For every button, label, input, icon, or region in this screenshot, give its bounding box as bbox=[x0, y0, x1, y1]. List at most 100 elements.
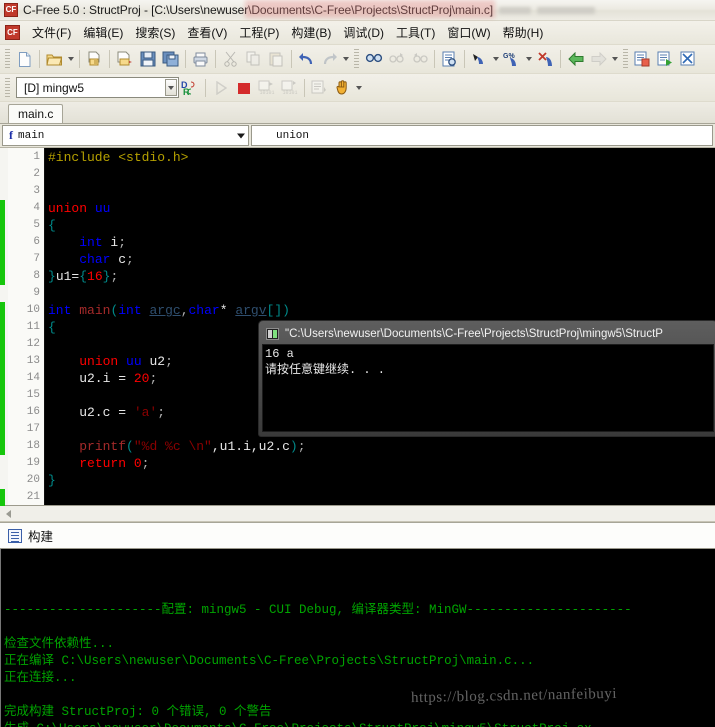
document-tab-strip: main.c bbox=[0, 102, 715, 124]
debug-run-button[interactable]: DR bbox=[179, 76, 202, 99]
build-output-log[interactable]: https://blog.csdn.net/nanfeibuyi -------… bbox=[0, 549, 715, 727]
menu-help[interactable]: 帮助(H) bbox=[497, 21, 550, 44]
code-line: #include <stdio.h> bbox=[48, 150, 189, 165]
build-log-line: 生成 C:\Users\newuser\Documents\C-Free\Pro… bbox=[4, 721, 712, 727]
build-button[interactable] bbox=[468, 48, 491, 71]
toolbar-separator bbox=[434, 50, 435, 68]
print-button[interactable] bbox=[189, 48, 212, 71]
line-number: 2 bbox=[33, 168, 40, 180]
change-marker bbox=[0, 489, 5, 506]
menu-window[interactable]: 窗口(W) bbox=[441, 21, 496, 44]
doc-tab-main-c[interactable]: main.c bbox=[8, 104, 64, 123]
scope-combo[interactable]: f main bbox=[2, 125, 249, 146]
scroll-left-arrow[interactable] bbox=[0, 506, 16, 521]
code-line: int main(int argc,char* argv[]) bbox=[48, 303, 290, 318]
step-over-button[interactable]: 10101 bbox=[255, 76, 278, 99]
run-button[interactable] bbox=[209, 76, 232, 99]
save-file-button[interactable] bbox=[136, 48, 159, 71]
add-to-project-button[interactable] bbox=[631, 48, 654, 71]
line-number: 12 bbox=[26, 338, 40, 350]
program-console-window[interactable]: "C:\Users\newuser\Documents\C-Free\Proje… bbox=[258, 320, 715, 437]
editor-navigation-bar: f main union bbox=[0, 124, 715, 148]
doc-tab-label: main.c bbox=[18, 107, 54, 121]
navigate-forward-button[interactable] bbox=[587, 48, 610, 71]
line-number-gutter: 1 2 3 4 5 6 7 8 9 10 11 12 13 14 15 16 17 18 19 20 21 bbox=[8, 148, 45, 505]
symbol-combo[interactable]: union bbox=[251, 125, 713, 146]
build-log-blank bbox=[4, 687, 712, 704]
new-file-button[interactable] bbox=[13, 48, 36, 71]
copy-button[interactable] bbox=[242, 48, 265, 71]
clean-build-button[interactable] bbox=[534, 48, 557, 71]
code-line: return 0; bbox=[79, 456, 150, 471]
find-button[interactable] bbox=[362, 48, 385, 71]
remove-from-project-button[interactable] bbox=[677, 48, 700, 71]
toolbar-separator bbox=[79, 50, 80, 68]
svg-text:10101: 10101 bbox=[260, 90, 275, 95]
redo-button[interactable] bbox=[318, 48, 341, 71]
toolbar-grip[interactable] bbox=[354, 49, 359, 69]
build-profile-combo[interactable]: [D] mingw5 bbox=[16, 77, 179, 98]
svg-text:R: R bbox=[183, 87, 190, 96]
build-dropdown-caret[interactable] bbox=[491, 48, 501, 71]
compile-dropdown-caret[interactable] bbox=[524, 48, 534, 71]
step-into-button[interactable]: 10101 bbox=[278, 76, 301, 99]
redacted-title-region bbox=[499, 6, 595, 14]
toolbar-grip[interactable] bbox=[5, 77, 10, 98]
navigate-back-button[interactable] bbox=[564, 48, 587, 71]
line-number: 15 bbox=[26, 389, 40, 401]
toolbar-grip[interactable] bbox=[623, 49, 628, 69]
editor-horizontal-scrollbar[interactable] bbox=[0, 506, 715, 522]
navigation-overflow-caret[interactable] bbox=[610, 48, 620, 71]
open-project-button[interactable] bbox=[83, 48, 106, 71]
paste-button[interactable] bbox=[265, 48, 288, 71]
pause-hand-button[interactable] bbox=[331, 76, 354, 99]
c-free-ide-window: CF C-Free 5.0 : StructProj - [C:\Users\n… bbox=[0, 0, 715, 727]
toolbar-separator bbox=[464, 50, 465, 68]
line-number: 18 bbox=[26, 440, 40, 452]
open-file-dropdown-caret[interactable] bbox=[66, 48, 76, 71]
compile-single-file-button[interactable] bbox=[654, 48, 677, 71]
line-number: 1 bbox=[33, 151, 40, 163]
menu-search[interactable]: 搜索(S) bbox=[129, 21, 181, 44]
compile-button[interactable]: G% bbox=[501, 48, 524, 71]
menu-view[interactable]: 查看(V) bbox=[181, 21, 233, 44]
line-number: 6 bbox=[33, 236, 40, 248]
save-project-button[interactable] bbox=[113, 48, 136, 71]
debug-overflow-caret[interactable] bbox=[354, 76, 364, 99]
menu-debug[interactable]: 调试(D) bbox=[337, 21, 390, 44]
step-out-button[interactable] bbox=[308, 76, 331, 99]
line-number: 17 bbox=[26, 423, 40, 435]
menu-tools[interactable]: 工具(T) bbox=[390, 21, 441, 44]
console-title-text: "C:\Users\newuser\Documents\C-Free\Proje… bbox=[285, 328, 663, 340]
undo-button[interactable] bbox=[295, 48, 318, 71]
cut-button[interactable] bbox=[219, 48, 242, 71]
menu-build[interactable]: 构建(B) bbox=[285, 21, 337, 44]
build-log-line: ---------------------配置: mingw5 - CUI De… bbox=[4, 603, 632, 617]
toolbar-grip[interactable] bbox=[5, 49, 10, 69]
toolbar-separator bbox=[291, 50, 292, 68]
build-panel-header: 构建 bbox=[0, 522, 715, 549]
build-profile-value: [D] mingw5 bbox=[24, 80, 85, 95]
svg-text:10101: 10101 bbox=[283, 90, 298, 95]
chevron-down-icon[interactable] bbox=[237, 133, 245, 138]
toolbar-separator bbox=[215, 50, 216, 68]
find-previous-button[interactable] bbox=[408, 48, 431, 71]
menu-project[interactable]: 工程(P) bbox=[233, 21, 285, 44]
menu-edit[interactable]: 编辑(E) bbox=[77, 21, 129, 44]
find-in-files-button[interactable] bbox=[438, 48, 461, 71]
console-title-bar[interactable]: "C:\Users\newuser\Documents\C-Free\Proje… bbox=[262, 324, 714, 344]
menu-file[interactable]: 文件(F) bbox=[26, 21, 77, 44]
menu-app-icon[interactable]: CF bbox=[5, 25, 20, 40]
build-profile-dropdown-caret[interactable] bbox=[165, 79, 177, 96]
stop-button[interactable] bbox=[232, 76, 255, 99]
change-marker-column bbox=[0, 148, 8, 506]
console-output: 16 a 请按任意键继续. . . bbox=[262, 344, 714, 432]
edit-overflow-caret[interactable] bbox=[341, 48, 351, 71]
find-next-button[interactable] bbox=[385, 48, 408, 71]
code-editor[interactable]: 1 2 3 4 5 6 7 8 9 10 11 12 13 14 15 16 17 18 19 20 21 #inclu… bbox=[0, 148, 715, 506]
open-file-button[interactable] bbox=[43, 48, 66, 71]
save-all-button[interactable] bbox=[159, 48, 182, 71]
